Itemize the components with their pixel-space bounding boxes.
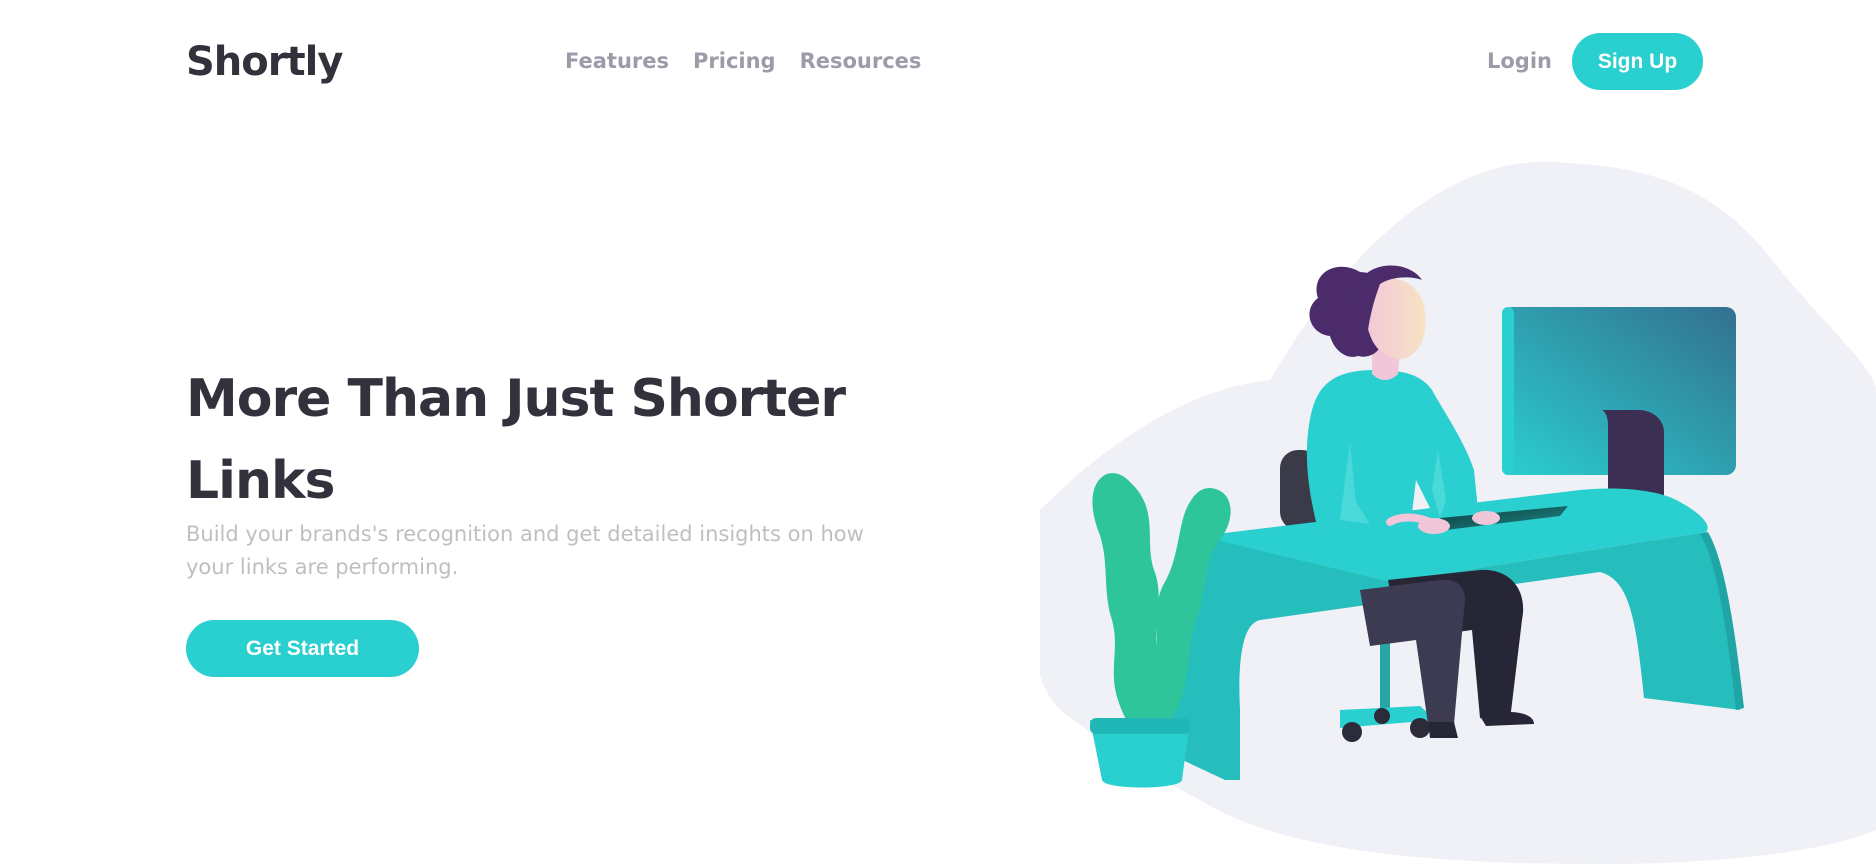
login-link[interactable]: Login [1487,46,1552,76]
nav-item-features[interactable]: Features [565,46,669,76]
nav-item-pricing[interactable]: Pricing [693,46,776,76]
hero-subtitle: Build your brands's recognition and get … [186,522,864,579]
site-header: Shortly Features Pricing Resources Login… [0,0,1876,124]
nav-item-resources[interactable]: Resources [800,46,922,76]
main-nav: Features Pricing Resources [565,46,921,76]
landing-page: Shortly Features Pricing Resources Login… [0,0,1876,864]
sign-up-button[interactable]: Sign Up [1572,33,1703,90]
logo[interactable]: Shortly [186,32,343,92]
working-illustration [1040,161,1876,864]
hero-title: More Than Just Shorter Links [186,369,846,511]
get-started-button[interactable]: Get Started [186,620,419,677]
